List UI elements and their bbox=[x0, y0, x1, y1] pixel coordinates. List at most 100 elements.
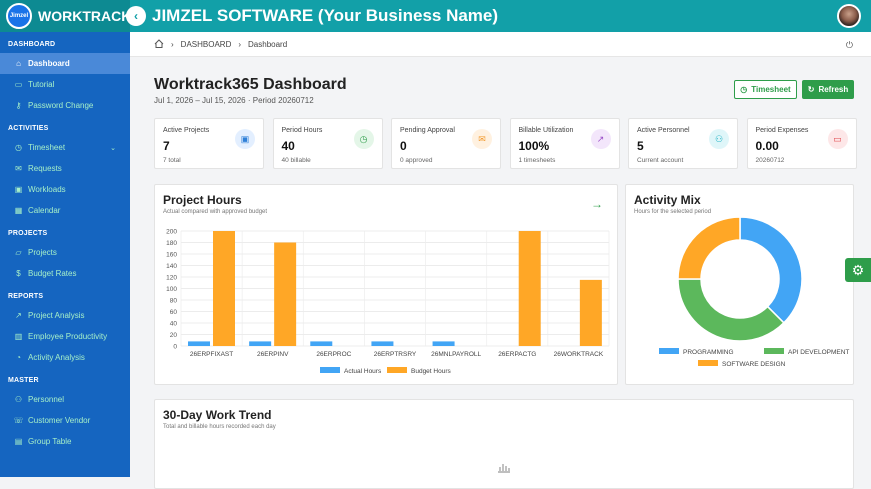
sidebar-item-label: Project Analysis bbox=[28, 311, 85, 320]
refresh-icon: ↻ bbox=[807, 85, 815, 94]
stat-card-pending-approval: Pending Approval 0 0 approved ✉ bbox=[391, 118, 501, 169]
stat-value: 5 bbox=[637, 139, 644, 153]
user-avatar[interactable] bbox=[837, 4, 861, 28]
x-tick-label: 26ERPFIXAST bbox=[190, 351, 233, 358]
sidebar-item-activity-analysis[interactable]: ◔ Activity Analysis bbox=[0, 347, 130, 368]
users-icon: ⚇ bbox=[709, 129, 729, 149]
stat-card-period-expenses: Period Expenses 0.00 20260712 ▭ bbox=[746, 118, 857, 169]
pie-icon: ◔ bbox=[16, 353, 21, 362]
logo-area: Jimzel WORKTRACK365 bbox=[0, 0, 130, 32]
sidebar-item-label: Projects bbox=[28, 248, 57, 257]
sidebar-item-employee-productivity[interactable]: ▥ Employee Productivity bbox=[0, 326, 130, 347]
sidebar-item-projects[interactable]: ▱ Projects bbox=[0, 242, 130, 263]
y-tick-label: 120 bbox=[166, 275, 177, 282]
sidebar-item-personnel[interactable]: ⚇ Personnel bbox=[0, 389, 130, 410]
gear-icon: ⚙ bbox=[851, 261, 865, 278]
bar-actual-hours bbox=[310, 341, 333, 346]
sidebar-item-customer-vendor[interactable]: ☏ Customer Vendor bbox=[0, 410, 130, 431]
stat-subtext: 0 approved bbox=[400, 157, 433, 164]
y-tick-label: 20 bbox=[170, 332, 178, 339]
main-content: › DASHBOARD › Dashboard ⏻ Worktrack365 D… bbox=[130, 32, 871, 489]
y-tick-label: 80 bbox=[170, 298, 178, 305]
sidebar-item-requests[interactable]: ✉ Requests bbox=[0, 158, 130, 179]
timesheet-button[interactable]: ◷ Timesheet bbox=[734, 80, 797, 99]
sidebar-item-project-analysis[interactable]: ↗ Project Analysis bbox=[0, 305, 130, 326]
sidebar-item-budget-rates[interactable]: $ Budget Rates bbox=[0, 263, 130, 284]
clock-icon: ◷ bbox=[740, 85, 748, 94]
stat-label: Pending Approval bbox=[400, 127, 455, 134]
sidebar-item-timesheet[interactable]: ◷ Timesheet ⌄ bbox=[0, 137, 130, 158]
sidebar-item-label: Budget Rates bbox=[28, 269, 77, 278]
stat-label: Period Hours bbox=[281, 127, 323, 134]
y-tick-label: 160 bbox=[166, 252, 177, 259]
chart-icon: ↗ bbox=[590, 129, 611, 149]
briefcase-icon: ▣ bbox=[235, 129, 255, 149]
stat-value: 40 bbox=[281, 139, 295, 153]
chevron-down-icon: ⌄ bbox=[110, 144, 116, 152]
bar-icon: ▥ bbox=[14, 332, 23, 341]
stat-value: 7 bbox=[163, 139, 170, 153]
timesheet-button-label: Timesheet bbox=[751, 85, 791, 94]
power-icon[interactable]: ⏻ bbox=[846, 40, 853, 51]
sidebar-item-label: Tutorial bbox=[28, 80, 55, 89]
sidebar-item-label: Customer Vendor bbox=[28, 416, 91, 425]
monitor-icon: ▭ bbox=[14, 80, 23, 89]
donut-slice-programming bbox=[739, 216, 803, 324]
sidebar-item-dashboard[interactable]: ⌂ Dashboard bbox=[0, 53, 130, 74]
stat-subtext: 40 billable bbox=[281, 157, 311, 164]
sidebar-item-label: Personnel bbox=[28, 395, 65, 404]
stat-value: 0.00 bbox=[755, 139, 779, 153]
y-tick-label: 200 bbox=[166, 229, 177, 236]
sidebar-item-calendar[interactable]: ▦ Calendar bbox=[0, 200, 130, 221]
sidebar-item-label: Workloads bbox=[28, 185, 66, 194]
legend-label: API DEVELOPMENT bbox=[788, 349, 849, 356]
refresh-button[interactable]: ↻ Refresh bbox=[802, 80, 854, 99]
y-tick-label: 40 bbox=[170, 321, 178, 328]
page-subtitle: Jul 1, 2026 – Jul 15, 2026 · Period 2026… bbox=[154, 96, 314, 105]
sidebar-item-label: Employee Productivity bbox=[28, 332, 108, 341]
wallet-icon: ▭ bbox=[827, 129, 848, 149]
sidebar-collapse-button[interactable]: ‹ bbox=[126, 6, 146, 26]
breadcrumb-separator-icon: › bbox=[171, 39, 174, 49]
home-icon[interactable] bbox=[154, 38, 164, 50]
bar-budget-hours bbox=[274, 242, 297, 346]
clock-icon: ◷ bbox=[15, 143, 22, 152]
work-trend-subtitle: Total and billable hours recorded each d… bbox=[163, 424, 276, 430]
stat-subtext: 7 total bbox=[163, 157, 181, 164]
bar-actual-hours bbox=[432, 341, 455, 346]
stat-card-active-personnel: Active Personnel 5 Current account ⚇ bbox=[628, 118, 738, 169]
sidebar: DASHBOARD ⌂ Dashboard ▭ Tutorial ⚷ Password Ch… bbox=[0, 32, 130, 477]
donut-slice-api-development bbox=[677, 278, 785, 342]
chart-placeholder-icon bbox=[497, 460, 511, 478]
sidebar-item-tutorial[interactable]: ▭ Tutorial bbox=[0, 74, 130, 95]
bar-actual-hours bbox=[371, 341, 394, 346]
y-tick-label: 60 bbox=[170, 309, 178, 316]
sidebar-item-label: Timesheet bbox=[28, 143, 66, 152]
stat-label: Active Personnel bbox=[637, 127, 690, 134]
stat-subtext: 20260712 bbox=[755, 157, 785, 164]
sidebar-section-title: DASHBOARD bbox=[8, 41, 56, 48]
legend-swatch bbox=[764, 348, 784, 354]
company-name: JIMZEL SOFTWARE (Your Business Name) bbox=[152, 6, 499, 25]
x-tick-label: 26ERPTRSRY bbox=[374, 351, 417, 358]
sidebar-item-label: Calendar bbox=[28, 206, 61, 215]
refresh-button-label: Refresh bbox=[818, 85, 849, 94]
breadcrumb-root[interactable]: DASHBOARD bbox=[181, 40, 232, 49]
sidebar-section-title: REPORTS bbox=[8, 293, 44, 300]
bar-budget-hours bbox=[213, 231, 235, 346]
sidebar-item-workloads[interactable]: ▣ Workloads bbox=[0, 179, 130, 200]
work-trend-panel: 30-Day Work Trend Total and billable hou… bbox=[154, 399, 854, 489]
trend-icon: ↗ bbox=[15, 311, 22, 320]
inbox-icon: ✉ bbox=[15, 164, 22, 173]
sidebar-item-label: Activity Analysis bbox=[28, 353, 85, 362]
app-brand: WORKTRACK365 bbox=[38, 8, 130, 24]
folder-icon: ▱ bbox=[15, 248, 22, 257]
company-logo[interactable]: Jimzel bbox=[6, 3, 32, 29]
sidebar-item-password-change[interactable]: ⚷ Password Change bbox=[0, 95, 130, 116]
activity-mix-panel: Activity Mix Hours for the selected peri… bbox=[625, 184, 854, 385]
sidebar-item-group-table[interactable]: ▤ Group Table bbox=[0, 431, 130, 452]
project-hours-chart: 0 20 40 60 80 100 120 140 160 180 200 26ERPFIXAST 26… bbox=[166, 229, 610, 375]
x-tick-label: 26WORKTRACK bbox=[554, 351, 604, 358]
chevron-left-icon: ‹ bbox=[134, 9, 138, 23]
settings-gear-button[interactable]: ⚙ bbox=[845, 258, 871, 282]
